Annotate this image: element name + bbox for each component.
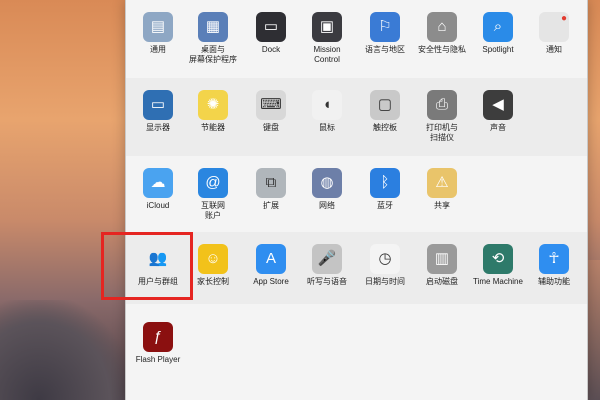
pref-pane-label: Mission Control [313, 45, 341, 64]
notifications-icon: ● [539, 12, 569, 42]
pref-pane-label: 通知 [546, 45, 562, 54]
pref-pane-label: Dock [261, 45, 281, 54]
pref-pane-label: 扩展 [263, 201, 279, 210]
pref-pane-label: Time Machine [473, 277, 523, 286]
icloud-icon: ☁ [143, 168, 173, 198]
pref-pane-icloud[interactable]: ☁ iCloud [130, 168, 186, 211]
preferences-row-other: ƒ Flash Player [126, 304, 587, 400]
pref-pane-accessibility[interactable]: ☥ 辅助功能 [526, 244, 582, 287]
pref-pane-startup-disk[interactable]: ▥ 启动磁盘 [414, 244, 470, 287]
internet-accounts-icon: @ [198, 168, 228, 198]
pref-pane-keyboard[interactable]: ⌨ 键盘 [243, 90, 299, 133]
pref-pane-general[interactable]: ▤ 通用 [130, 12, 186, 55]
pref-pane-label: Spotlight [482, 45, 514, 54]
pref-pane-label: 声音 [490, 123, 506, 132]
sharing-icon: ⚠ [427, 168, 457, 198]
pref-pane-security-privacy[interactable]: ⌂ 安全性与隐私 [414, 12, 470, 55]
pref-pane-notifications[interactable]: ● 通知 [526, 12, 582, 55]
pref-pane-label: 互联网 账户 [201, 201, 225, 220]
pref-pane-label: 通用 [150, 45, 166, 54]
pref-pane-flash-player[interactable]: ƒ Flash Player [130, 322, 186, 365]
wallpaper-mountain [0, 300, 130, 400]
pref-pane-label: 触控板 [373, 123, 397, 132]
pref-pane-parental-controls[interactable]: ☺ 家长控制 [185, 244, 241, 287]
dock-icon: ▭ [256, 12, 286, 42]
pref-pane-label: 安全性与隐私 [418, 45, 466, 54]
pref-pane-label: 键盘 [263, 123, 279, 132]
pref-pane-label: 打印机与 扫描仪 [426, 123, 458, 142]
pref-pane-label: 共享 [434, 201, 450, 210]
pref-pane-label: 桌面与 屏幕保护程序 [189, 45, 237, 64]
pref-pane-trackpad[interactable]: ▢ 触控板 [357, 90, 413, 133]
pref-pane-mission-control[interactable]: ▣ Mission Control [299, 12, 355, 65]
pref-pane-label: 日期与时间 [365, 277, 405, 286]
pref-pane-desktop-screensaver[interactable]: ▦ 桌面与 屏幕保护程序 [185, 12, 241, 65]
preferences-row-hardware: ▭ 显示器 ✺ 节能器 ⌨ 键盘 ◖ 鼠标 ▢ 触控板 ⎙ 打印机与 扫描仪 ◀ 声音 [126, 78, 587, 157]
parental-controls-icon: ☺ [198, 244, 228, 274]
pref-pane-sharing[interactable]: ⚠ 共享 [414, 168, 470, 211]
printers-scanners-icon: ⎙ [427, 90, 457, 120]
pref-pane-dock[interactable]: ▭ Dock [243, 12, 299, 55]
pref-pane-label: Flash Player [135, 355, 181, 364]
mouse-icon: ◖ [312, 90, 342, 120]
pref-pane-displays[interactable]: ▭ 显示器 [130, 90, 186, 133]
pref-pane-printers-scanners[interactable]: ⎙ 打印机与 扫描仪 [414, 90, 470, 143]
accessibility-icon: ☥ [539, 244, 569, 274]
displays-icon: ▭ [143, 90, 173, 120]
pref-pane-dictation-speech[interactable]: 🎤 听写与语音 [299, 244, 355, 287]
pref-pane-time-machine[interactable]: ⟲ Time Machine [470, 244, 526, 287]
desktop-screensaver-icon: ▦ [198, 12, 228, 42]
pref-pane-date-time[interactable]: ◷ 日期与时间 [357, 244, 413, 287]
keyboard-icon: ⌨ [256, 90, 286, 120]
flash-player-icon: ƒ [143, 322, 173, 352]
pref-pane-label: App Store [253, 277, 289, 286]
preferences-row-personal: ▤ 通用 ▦ 桌面与 屏幕保护程序 ▭ Dock ▣ Mission Control ⚐ 语言与地… [126, 0, 587, 79]
pref-pane-mouse[interactable]: ◖ 鼠标 [299, 90, 355, 133]
preferences-row-system: 👥 用户与群组 ☺ 家长控制 A App Store 🎤 听写与语音 ◷ 日期与时间 ▥ 启动磁盘 ⟲ T… [126, 232, 587, 305]
pref-pane-label: 语言与地区 [365, 45, 405, 54]
app-store-icon: A [256, 244, 286, 274]
dictation-speech-icon: 🎤 [312, 244, 342, 274]
pref-pane-language-region[interactable]: ⚐ 语言与地区 [357, 12, 413, 55]
bluetooth-icon: ᛒ [370, 168, 400, 198]
pref-pane-internet-accounts[interactable]: @ 互联网 账户 [185, 168, 241, 221]
startup-disk-icon: ▥ [427, 244, 457, 274]
security-privacy-icon: ⌂ [427, 12, 457, 42]
pref-pane-network[interactable]: ◍ 网络 [299, 168, 355, 211]
date-time-icon: ◷ [370, 244, 400, 274]
spotlight-icon: ⌕ [483, 12, 513, 42]
pref-pane-label: 辅助功能 [538, 277, 570, 286]
general-icon: ▤ [143, 12, 173, 42]
pref-pane-label: 家长控制 [197, 277, 229, 286]
pref-pane-label: 鼠标 [319, 123, 335, 132]
pref-pane-sound[interactable]: ◀ 声音 [470, 90, 526, 133]
preferences-row-internet: ☁ iCloud @ 互联网 账户 ⧉ 扩展 ◍ 网络 ᛒ 蓝牙 ⚠ 共享 [126, 156, 587, 233]
language-region-icon: ⚐ [370, 12, 400, 42]
mission-control-icon: ▣ [312, 12, 342, 42]
extensions-icon: ⧉ [256, 168, 286, 198]
pref-pane-extensions[interactable]: ⧉ 扩展 [243, 168, 299, 211]
system-preferences-window: ▤ 通用 ▦ 桌面与 屏幕保护程序 ▭ Dock ▣ Mission Control ⚐ 语言与地… [125, 0, 588, 400]
pref-pane-spotlight[interactable]: ⌕ Spotlight [470, 12, 526, 55]
energy-saver-icon: ✺ [198, 90, 228, 120]
annotation-highlight-box [101, 232, 193, 300]
trackpad-icon: ▢ [370, 90, 400, 120]
network-icon: ◍ [312, 168, 342, 198]
pref-pane-label: 网络 [319, 201, 335, 210]
pref-pane-label: 显示器 [146, 123, 170, 132]
pref-pane-label: 节能器 [201, 123, 225, 132]
pref-pane-label: 蓝牙 [377, 201, 393, 210]
sound-icon: ◀ [483, 90, 513, 120]
pref-pane-label: 听写与语音 [307, 277, 347, 286]
pref-pane-app-store[interactable]: A App Store [243, 244, 299, 287]
pref-pane-label: iCloud [146, 201, 170, 210]
pref-pane-label: 启动磁盘 [426, 277, 458, 286]
pref-pane-energy-saver[interactable]: ✺ 节能器 [185, 90, 241, 133]
pref-pane-bluetooth[interactable]: ᛒ 蓝牙 [357, 168, 413, 211]
time-machine-icon: ⟲ [483, 244, 513, 274]
